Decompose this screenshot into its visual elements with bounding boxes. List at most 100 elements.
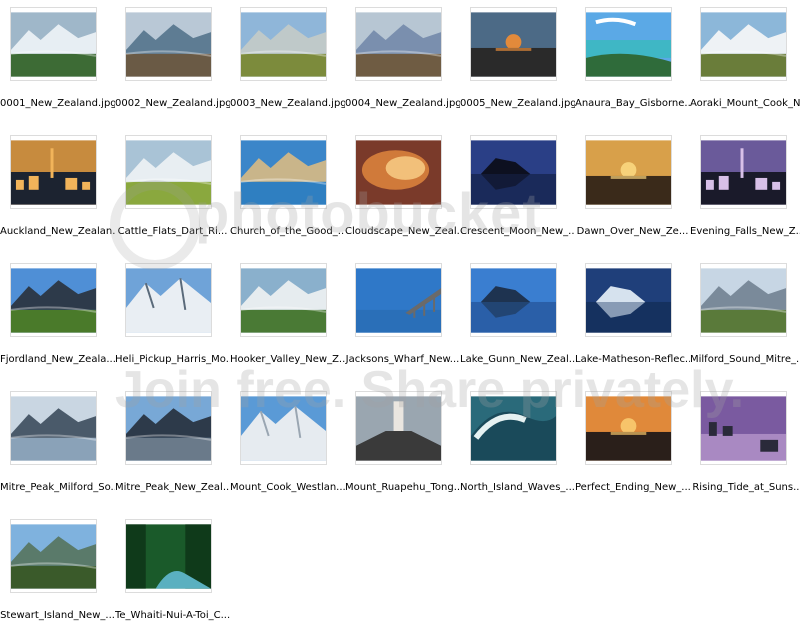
thumbnail-image[interactable] [355,135,442,209]
thumbnail-photo [701,139,786,205]
thumbnail-photo [471,267,556,333]
thumbnail-image[interactable] [585,135,672,209]
thumbnail-image[interactable] [10,7,97,81]
thumbnail-image[interactable] [470,391,557,465]
file-name-label[interactable]: Lake_Gunn_New_Zeal... [460,353,575,367]
file-name-label[interactable]: 0002_New_Zealand.jpg [115,97,230,111]
file-item[interactable]: Jacksons_Wharf_New... [345,260,460,380]
file-item[interactable]: Lake-Matheson-Reflec... [575,260,690,380]
file-name-label[interactable]: Aoraki_Mount_Cook_N... [690,97,800,111]
thumbnail-image[interactable] [700,135,787,209]
file-item[interactable]: Cattle_Flats_Dart_Ri... [115,132,230,252]
file-name-label[interactable]: Stewart_Island_New_... [0,609,115,623]
file-name-label[interactable]: 0005_New_Zealand.jpg [460,97,575,111]
thumbnail-image[interactable] [700,391,787,465]
file-item[interactable]: Hooker_Valley_New_Z... [230,260,345,380]
file-item[interactable]: Rising_Tide_at_Suns... [690,388,800,508]
thumbnail-image[interactable] [470,7,557,81]
file-item[interactable]: Perfect_Ending_New_... [575,388,690,508]
file-name-label[interactable]: Crescent_Moon_New_... [460,225,575,239]
file-name-label[interactable]: Cloudscape_New_Zeal... [345,225,460,239]
file-name-label[interactable]: Mitre_Peak_Milford_So... [0,481,115,495]
thumbnail-image[interactable] [585,263,672,337]
thumbnail-image[interactable] [355,391,442,465]
thumbnail-photo [701,11,786,77]
file-name-label[interactable]: Cattle_Flats_Dart_Ri... [115,225,230,239]
thumbnail-image[interactable] [355,263,442,337]
file-name-label[interactable]: 0001_New_Zealand.jpg [0,97,115,111]
file-item[interactable]: Mitre_Peak_New_Zeal... [115,388,230,508]
file-name-label[interactable]: Lake-Matheson-Reflec... [575,353,690,367]
file-name-label[interactable]: Auckland_New_Zealan... [0,225,115,239]
file-item[interactable]: Evening_Falls_New_Z... [690,132,800,252]
thumbnail-photo [356,267,441,333]
thumbnail-image[interactable] [125,7,212,81]
thumbnail-image[interactable] [125,135,212,209]
file-item[interactable]: Mount_Cook_Westlan... [230,388,345,508]
file-item[interactable]: Church_of_the_Good_... [230,132,345,252]
thumbnail-photo [701,395,786,461]
thumbnail-image[interactable] [240,263,327,337]
file-name-label[interactable]: Anaura_Bay_Gisborne... [575,97,690,111]
file-name-label[interactable]: Milford_Sound_Mitre_... [690,353,800,367]
file-item[interactable]: 0001_New_Zealand.jpg [0,4,115,124]
file-name-label[interactable]: Dawn_Over_New_Ze... [575,225,690,239]
file-item[interactable]: Crescent_Moon_New_... [460,132,575,252]
thumbnail-photo [11,11,96,77]
file-name-label[interactable]: Te_Whaiti-Nui-A-Toi_C... [115,609,230,623]
thumbnail-image[interactable] [470,135,557,209]
file-name-label[interactable]: Mount_Ruapehu_Tong... [345,481,460,495]
thumbnail-photo [11,267,96,333]
file-item[interactable]: 0005_New_Zealand.jpg [460,4,575,124]
file-item[interactable]: Mount_Ruapehu_Tong... [345,388,460,508]
file-name-label[interactable]: Perfect_Ending_New_... [575,481,690,495]
file-item[interactable]: 0003_New_Zealand.jpg [230,4,345,124]
thumbnail-photo [126,139,211,205]
file-item[interactable]: Milford_Sound_Mitre_... [690,260,800,380]
thumbnail-image[interactable] [10,519,97,593]
file-name-label[interactable]: 0004_New_Zealand.jpg [345,97,460,111]
thumbnail-image[interactable] [10,391,97,465]
thumbnail-image[interactable] [700,7,787,81]
file-item[interactable]: Stewart_Island_New_... [0,516,115,636]
file-name-label[interactable]: 0003_New_Zealand.jpg [230,97,345,111]
file-item[interactable]: Anaura_Bay_Gisborne... [575,4,690,124]
thumbnail-image[interactable] [585,391,672,465]
file-item[interactable]: Auckland_New_Zealan... [0,132,115,252]
thumbnail-photo [126,523,211,589]
thumbnail-image[interactable] [585,7,672,81]
thumbnail-photo [126,11,211,77]
file-item[interactable]: North_Island_Waves_... [460,388,575,508]
file-name-label[interactable]: Jacksons_Wharf_New... [345,353,460,367]
file-item[interactable]: Lake_Gunn_New_Zeal... [460,260,575,380]
file-item[interactable]: Te_Whaiti-Nui-A-Toi_C... [115,516,230,636]
thumbnail-image[interactable] [470,263,557,337]
thumbnail-image[interactable] [125,519,212,593]
file-name-label[interactable]: Evening_Falls_New_Z... [690,225,800,239]
file-item[interactable]: 0004_New_Zealand.jpg [345,4,460,124]
file-name-label[interactable]: Heli_Pickup_Harris_Mo... [115,353,230,367]
thumbnail-image[interactable] [240,7,327,81]
file-item[interactable]: Fjordland_New_Zeala... [0,260,115,380]
file-name-label[interactable]: Fjordland_New_Zeala... [0,353,115,367]
thumbnail-image[interactable] [10,135,97,209]
file-name-label[interactable]: Mount_Cook_Westlan... [230,481,345,495]
file-name-label[interactable]: North_Island_Waves_... [460,481,575,495]
thumbnail-image[interactable] [125,391,212,465]
file-name-label[interactable]: Rising_Tide_at_Suns... [690,481,800,495]
thumbnail-image[interactable] [240,391,327,465]
file-item[interactable]: Mitre_Peak_Milford_So... [0,388,115,508]
file-name-label[interactable]: Mitre_Peak_New_Zeal... [115,481,230,495]
file-name-label[interactable]: Hooker_Valley_New_Z... [230,353,345,367]
file-item[interactable]: 0002_New_Zealand.jpg [115,4,230,124]
thumbnail-image[interactable] [10,263,97,337]
thumbnail-image[interactable] [240,135,327,209]
thumbnail-image[interactable] [700,263,787,337]
file-item[interactable]: Aoraki_Mount_Cook_N... [690,4,800,124]
file-name-label[interactable]: Church_of_the_Good_... [230,225,345,239]
thumbnail-image[interactable] [125,263,212,337]
thumbnail-image[interactable] [355,7,442,81]
file-item[interactable]: Heli_Pickup_Harris_Mo... [115,260,230,380]
file-item[interactable]: Dawn_Over_New_Ze... [575,132,690,252]
file-item[interactable]: Cloudscape_New_Zeal... [345,132,460,252]
